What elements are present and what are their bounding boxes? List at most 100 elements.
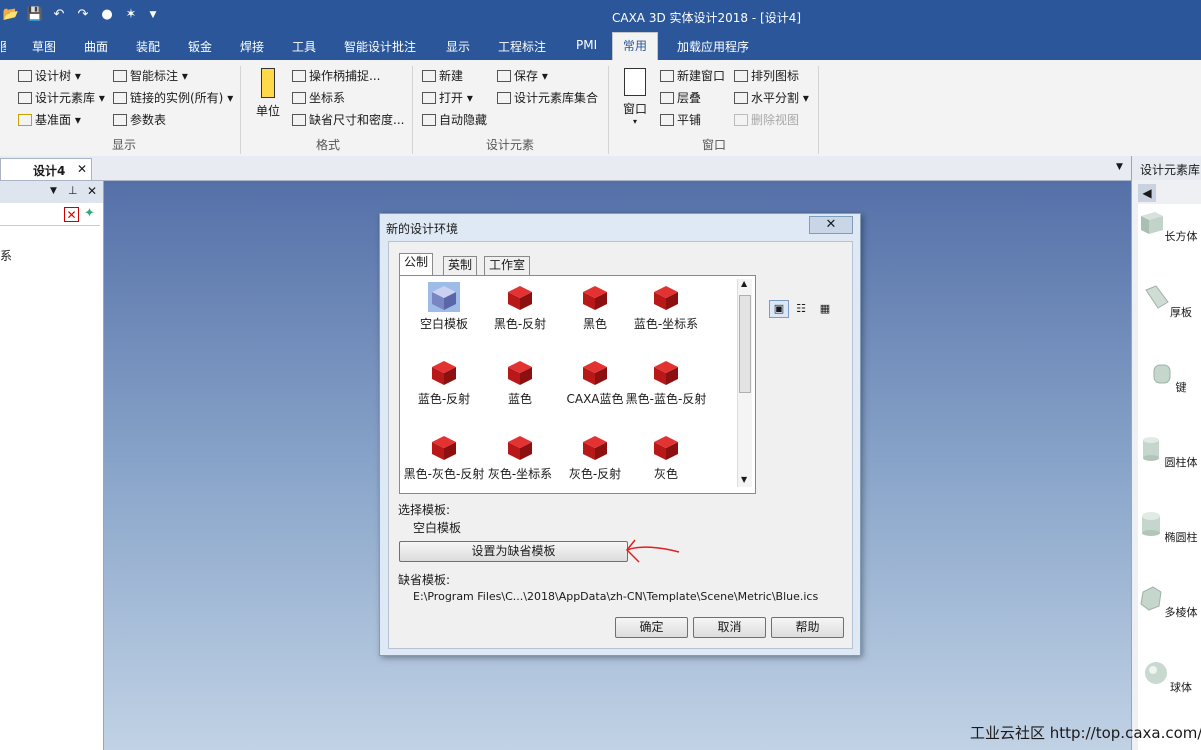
parameter-table-button[interactable]: 参数表 [113,111,166,128]
template-item[interactable]: 黑色-灰色-反射 [403,432,485,481]
set-default-template-button[interactable]: 设置为缺省模板 [399,541,628,562]
dropdown-icon[interactable]: ▼ [144,6,162,24]
save-icon[interactable]: 💾 [26,6,44,24]
scroll-up-icon[interactable]: ▲ [741,279,747,288]
default-template-path: E:\Program Files\C...\2018\AppData\zh-CN… [413,590,819,603]
window-icon [624,68,646,96]
handle-snap-button[interactable]: 操作柄捕捉... [292,67,380,84]
selected-template-label: 选择模板: [398,503,451,517]
library-item-sphere[interactable]: 球体 [1132,659,1201,695]
watermark: 工业云社区 http://top.caxa.com/ [970,724,1201,742]
design-tree-button[interactable]: 设计树 ▾ [18,67,81,84]
open-element-button[interactable]: 打开 ▾ [422,89,473,106]
template-item[interactable]: CAXA蓝色 [554,357,636,406]
template-scrollbar[interactable]: ▲ ▼ [737,279,752,487]
tab-smart-annotation[interactable]: 智能设计批注 [344,38,416,55]
material-icon[interactable]: ● [98,6,116,24]
folder-open-icon[interactable]: 📂 [2,6,20,24]
coordinate-system-button[interactable]: 坐标系 [292,89,345,106]
library-item-elliptic-cylinder[interactable]: 椭圆柱 [1132,509,1201,545]
template-item[interactable]: 黑色-蓝色-反射 [625,357,707,406]
window-button[interactable]: 窗口 ▾ [618,66,652,132]
ok-button[interactable]: 确定 [615,617,688,638]
datum-plane-button[interactable]: 基准面 ▾ [18,111,81,128]
scroll-down-icon[interactable]: ▼ [741,475,747,484]
template-item[interactable]: 灰色 [625,432,707,481]
coordinate-system-icon [292,92,306,104]
template-item[interactable]: 灰色-坐标系 [479,432,561,481]
list-view-icon[interactable]: ▦ [815,300,835,318]
tab-sketch[interactable]: 草图 [32,38,56,55]
linked-instances-button[interactable]: 链接的实例(所有) ▾ [113,89,233,106]
new-element-button[interactable]: 新建 [422,67,463,84]
tab-common[interactable]: 常用 [612,32,659,60]
tab-addins[interactable]: 加载应用程序 [677,38,749,55]
scroll-thumb[interactable] [739,295,751,393]
tab-tools[interactable]: 工具 [292,38,316,55]
horizontal-split-button[interactable]: 水平分割 ▾ [734,89,809,106]
pin-icon[interactable]: ⊥ [68,184,78,197]
library-item-prism[interactable]: 多棱体 [1132,584,1201,620]
tab-studio[interactable]: 工作室 [484,256,531,275]
default-size-density-button[interactable]: 缺省尺寸和密度... [292,111,404,128]
tab-assembly[interactable]: 装配 [136,38,160,55]
link-icon [113,92,127,104]
document-tab[interactable]: 设计4 ✕ [0,158,92,180]
cancel-button[interactable]: 取消 [693,617,766,638]
template-item[interactable]: 空白模板 [403,282,485,331]
smart-tag-icon[interactable]: ✦ [84,206,95,221]
tab-pmi[interactable]: PMI [576,38,597,52]
tab-engineering-annotation[interactable]: 工程标注 [498,38,546,55]
cascade-button[interactable]: 层叠 [660,89,701,106]
template-icon [508,436,532,460]
save-element-icon [497,70,511,82]
template-item[interactable]: 蓝色-坐标系 [625,282,707,331]
tab-imperial[interactable]: 英制 [443,256,478,275]
small-icons-view-icon[interactable]: ☷ [791,300,811,318]
tree-item[interactable]: 系 [0,247,12,264]
delete-view-icon [734,114,748,126]
smart-tag-icon[interactable]: ✶ [122,6,140,24]
tile-button[interactable]: 平铺 [660,111,701,128]
template-item[interactable]: 蓝色 [479,357,561,406]
design-library-button[interactable]: 设计元素库 ▾ [18,89,105,106]
dialog-body: 公制 英制 工作室 空白模板 黑色-反射 黑色 蓝色-坐标系蓝色-反射 蓝色 CAXA蓝色… [388,241,853,649]
library-item-box[interactable]: 长方体 [1132,208,1201,244]
template-item[interactable]: 黑色 [554,282,636,331]
template-item[interactable]: 蓝色-反射 [403,357,485,406]
auto-hide-button[interactable]: 自动隐藏 [422,111,487,128]
dialog-close-button[interactable]: ✕ [809,216,853,234]
delete-view-button[interactable]: 删除视图 [734,111,799,128]
tab-list-dropdown-icon[interactable]: ▼ [1116,162,1123,172]
library-item-cylinder[interactable]: 圆柱体 [1132,434,1201,470]
tab-sheet-metal[interactable]: 钣金 [188,38,212,55]
template-icon [654,286,678,310]
close-tab-icon[interactable]: ✕ [77,162,87,176]
new-window-button[interactable]: 新建窗口 [660,67,725,84]
library-collection-button[interactable]: 设计元素库集合 [497,89,598,106]
tab-partial[interactable]: 图 [0,38,6,55]
library-item-plate[interactable]: 厚板 [1132,284,1201,320]
tab-welding[interactable]: 焊接 [240,38,264,55]
delete-icon[interactable]: ✕ [64,207,79,222]
unit-button[interactable]: 单位 [253,66,283,120]
library-collection-icon [497,92,511,104]
close-panel-icon[interactable]: ✕ [87,184,97,198]
help-button[interactable]: 帮助 [771,617,844,638]
smart-dimension-button[interactable]: 智能标注 ▾ [113,67,188,84]
tab-display[interactable]: 显示 [446,38,470,55]
undo-icon[interactable]: ↶ [50,6,68,24]
dialog-title: 新的设计环境 [386,222,459,236]
save-element-button[interactable]: 保存 ▾ [497,67,548,84]
library-item-key[interactable]: 键 [1132,359,1201,395]
arrange-icons-button[interactable]: 排列图标 [734,67,799,84]
template-item[interactable]: 黑色-反射 [479,282,561,331]
new-design-environment-dialog: 新的设计环境 ✕ 公制 英制 工作室 空白模板 黑色-反射 黑色 蓝色-坐标系蓝色-反… [379,213,861,656]
back-arrow-icon[interactable]: ◀ [1138,184,1156,202]
tab-metric[interactable]: 公制 [399,253,434,276]
redo-icon[interactable]: ↷ [74,6,92,24]
tab-surface[interactable]: 曲面 [84,38,108,55]
template-item[interactable]: 灰色-反射 [554,432,636,481]
large-icons-view-icon[interactable]: ▣ [769,300,789,318]
panel-dropdown-icon[interactable]: ▼ [50,186,57,196]
